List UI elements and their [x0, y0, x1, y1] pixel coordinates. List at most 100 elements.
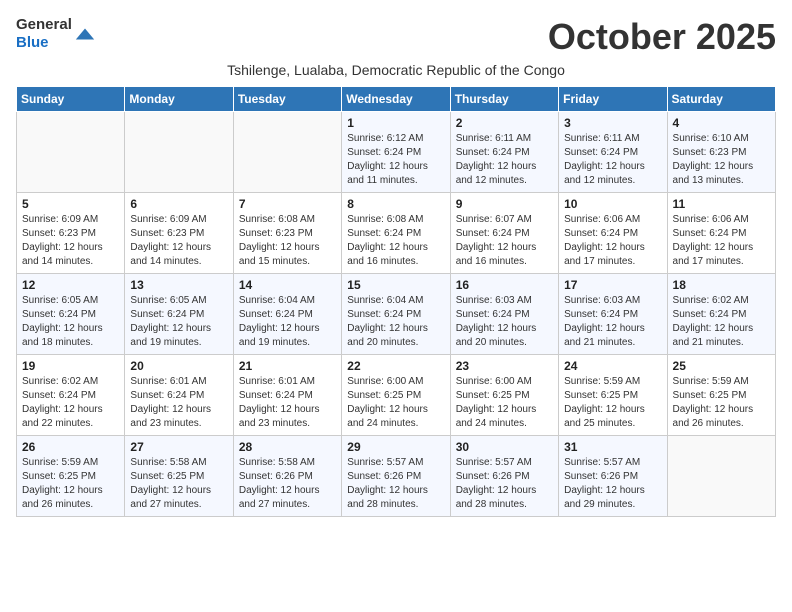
day-number: 30 — [456, 440, 553, 454]
day-number: 12 — [22, 278, 119, 292]
calendar-day-cell: 23 Sunrise: 6:00 AMSunset: 6:25 PMDayligh… — [450, 355, 558, 436]
day-info: Sunrise: 5:57 AMSunset: 6:26 PMDaylight:… — [564, 456, 661, 512]
day-number: 27 — [130, 440, 227, 454]
calendar-day-cell — [233, 112, 341, 193]
day-number: 4 — [673, 116, 770, 130]
calendar-day-cell: 27 Sunrise: 5:58 AMSunset: 6:25 PMDayligh… — [125, 436, 233, 517]
day-info: Sunrise: 6:04 AMSunset: 6:24 PMDaylight:… — [347, 294, 444, 350]
day-info: Sunrise: 6:01 AMSunset: 6:24 PMDaylight:… — [239, 375, 336, 431]
day-number: 6 — [130, 197, 227, 211]
calendar-day-cell — [17, 112, 125, 193]
day-info: Sunrise: 6:12 AMSunset: 6:24 PMDaylight:… — [347, 132, 444, 188]
calendar-week-row: 26 Sunrise: 5:59 AMSunset: 6:25 PMDayligh… — [17, 436, 776, 517]
calendar-day-cell: 26 Sunrise: 5:59 AMSunset: 6:25 PMDayligh… — [17, 436, 125, 517]
day-number: 11 — [673, 197, 770, 211]
day-number: 22 — [347, 359, 444, 373]
calendar-subtitle: Tshilenge, Lualaba, Democratic Republic … — [16, 62, 776, 78]
day-of-week-header: Friday — [559, 87, 667, 112]
day-info: Sunrise: 6:06 AMSunset: 6:24 PMDaylight:… — [673, 213, 770, 269]
day-number: 7 — [239, 197, 336, 211]
day-info: Sunrise: 6:06 AMSunset: 6:24 PMDaylight:… — [564, 213, 661, 269]
day-info: Sunrise: 6:01 AMSunset: 6:24 PMDaylight:… — [130, 375, 227, 431]
day-number: 24 — [564, 359, 661, 373]
calendar-day-cell: 13Sunrise: 6:05 AMSunset: 6:24 PMDayligh… — [125, 274, 233, 355]
day-info: Sunrise: 5:58 AMSunset: 6:25 PMDaylight:… — [130, 456, 227, 512]
logo: General Blue — [16, 16, 96, 52]
day-number: 1 — [347, 116, 444, 130]
day-of-week-header: Monday — [125, 87, 233, 112]
calendar-day-cell: 2Sunrise: 6:11 AMSunset: 6:24 PMDaylight… — [450, 112, 558, 193]
day-number: 17 — [564, 278, 661, 292]
day-info: Sunrise: 6:02 AMSunset: 6:24 PMDaylight:… — [673, 294, 770, 350]
calendar-day-cell: 4 Sunrise: 6:10 AMSunset: 6:23 PMDaylight… — [667, 112, 775, 193]
day-number: 3 — [564, 116, 661, 130]
day-info: Sunrise: 6:02 AMSunset: 6:24 PMDaylight:… — [22, 375, 119, 431]
calendar-day-cell — [125, 112, 233, 193]
day-number: 5 — [22, 197, 119, 211]
day-info: Sunrise: 5:57 AMSunset: 6:26 PMDaylight:… — [456, 456, 553, 512]
day-info: Sunrise: 6:10 AMSunset: 6:23 PMDaylight:… — [673, 132, 770, 188]
day-info: Sunrise: 6:11 AMSunset: 6:24 PMDaylight:… — [456, 132, 553, 188]
day-number: 28 — [239, 440, 336, 454]
calendar-day-cell: 8Sunrise: 6:08 AMSunset: 6:24 PMDaylight… — [342, 193, 450, 274]
calendar-week-row: 19 Sunrise: 6:02 AMSunset: 6:24 PMDayligh… — [17, 355, 776, 436]
calendar-day-cell: 11 Sunrise: 6:06 AMSunset: 6:24 PMDayligh… — [667, 193, 775, 274]
day-number: 8 — [347, 197, 444, 211]
logo-text: General Blue — [16, 16, 72, 52]
calendar-day-cell: 18Sunrise: 6:02 AMSunset: 6:24 PMDayligh… — [667, 274, 775, 355]
calendar-header-row: SundayMondayTuesdayWednesdayThursdayFrid… — [17, 87, 776, 112]
day-info: Sunrise: 6:00 AMSunset: 6:25 PMDaylight:… — [456, 375, 553, 431]
calendar-day-cell: 7Sunrise: 6:08 AMSunset: 6:23 PMDaylight… — [233, 193, 341, 274]
calendar-day-cell: 28 Sunrise: 5:58 AMSunset: 6:26 PMDayligh… — [233, 436, 341, 517]
calendar-day-cell: 20 Sunrise: 6:01 AMSunset: 6:24 PMDayligh… — [125, 355, 233, 436]
day-of-week-header: Wednesday — [342, 87, 450, 112]
calendar-day-cell: 31 Sunrise: 5:57 AMSunset: 6:26 PMDayligh… — [559, 436, 667, 517]
calendar-day-cell: 15 Sunrise: 6:04 AMSunset: 6:24 PMDayligh… — [342, 274, 450, 355]
day-info: Sunrise: 5:58 AMSunset: 6:26 PMDaylight:… — [239, 456, 336, 512]
calendar-day-cell: 12 Sunrise: 6:05 AMSunset: 6:24 PMDayligh… — [17, 274, 125, 355]
calendar-day-cell: 22 Sunrise: 6:00 AMSunset: 6:25 PMDayligh… — [342, 355, 450, 436]
day-number: 19 — [22, 359, 119, 373]
day-number: 20 — [130, 359, 227, 373]
day-info: Sunrise: 5:59 AMSunset: 6:25 PMDaylight:… — [22, 456, 119, 512]
day-number: 14 — [239, 278, 336, 292]
day-info: Sunrise: 5:59 AMSunset: 6:25 PMDaylight:… — [564, 375, 661, 431]
day-info: Sunrise: 6:09 AMSunset: 6:23 PMDaylight:… — [22, 213, 119, 269]
day-number: 31 — [564, 440, 661, 454]
day-number: 29 — [347, 440, 444, 454]
calendar-day-cell: 25 Sunrise: 5:59 AMSunset: 6:25 PMDayligh… — [667, 355, 775, 436]
day-info: Sunrise: 6:07 AMSunset: 6:24 PMDaylight:… — [456, 213, 553, 269]
calendar-day-cell — [667, 436, 775, 517]
day-info: Sunrise: 5:59 AMSunset: 6:25 PMDaylight:… — [673, 375, 770, 431]
page-header: General Blue October 2025 — [16, 16, 776, 58]
day-of-week-header: Tuesday — [233, 87, 341, 112]
calendar-day-cell: 19 Sunrise: 6:02 AMSunset: 6:24 PMDayligh… — [17, 355, 125, 436]
day-info: Sunrise: 6:03 AMSunset: 6:24 PMDaylight:… — [564, 294, 661, 350]
day-info: Sunrise: 6:11 AMSunset: 6:24 PMDaylight:… — [564, 132, 661, 188]
calendar-day-cell: 6Sunrise: 6:09 AMSunset: 6:23 PMDaylight… — [125, 193, 233, 274]
day-number: 16 — [456, 278, 553, 292]
day-number: 15 — [347, 278, 444, 292]
day-number: 26 — [22, 440, 119, 454]
day-of-week-header: Saturday — [667, 87, 775, 112]
calendar-week-row: 12 Sunrise: 6:05 AMSunset: 6:24 PMDayligh… — [17, 274, 776, 355]
month-title: October 2025 — [548, 16, 776, 58]
day-number: 23 — [456, 359, 553, 373]
calendar-day-cell: 1 Sunrise: 6:12 AMSunset: 6:24 PMDaylight… — [342, 112, 450, 193]
day-info: Sunrise: 6:05 AMSunset: 6:24 PMDaylight:… — [22, 294, 119, 350]
calendar-day-cell: 17 Sunrise: 6:03 AMSunset: 6:24 PMDayligh… — [559, 274, 667, 355]
calendar-week-row: 1 Sunrise: 6:12 AMSunset: 6:24 PMDaylight… — [17, 112, 776, 193]
day-info: Sunrise: 6:04 AMSunset: 6:24 PMDaylight:… — [239, 294, 336, 350]
calendar-day-cell: 30 Sunrise: 5:57 AMSunset: 6:26 PMDayligh… — [450, 436, 558, 517]
calendar-day-cell: 24 Sunrise: 5:59 AMSunset: 6:25 PMDayligh… — [559, 355, 667, 436]
logo-icon — [74, 23, 96, 45]
day-info: Sunrise: 6:03 AMSunset: 6:24 PMDaylight:… — [456, 294, 553, 350]
day-number: 13 — [130, 278, 227, 292]
calendar-day-cell: 10Sunrise: 6:06 AMSunset: 6:24 PMDayligh… — [559, 193, 667, 274]
calendar-week-row: 5 Sunrise: 6:09 AMSunset: 6:23 PMDaylight… — [17, 193, 776, 274]
calendar-day-cell: 16 Sunrise: 6:03 AMSunset: 6:24 PMDayligh… — [450, 274, 558, 355]
calendar-table: SundayMondayTuesdayWednesdayThursdayFrid… — [16, 86, 776, 517]
day-info: Sunrise: 6:00 AMSunset: 6:25 PMDaylight:… — [347, 375, 444, 431]
day-number: 25 — [673, 359, 770, 373]
calendar-day-cell: 21Sunrise: 6:01 AMSunset: 6:24 PMDayligh… — [233, 355, 341, 436]
